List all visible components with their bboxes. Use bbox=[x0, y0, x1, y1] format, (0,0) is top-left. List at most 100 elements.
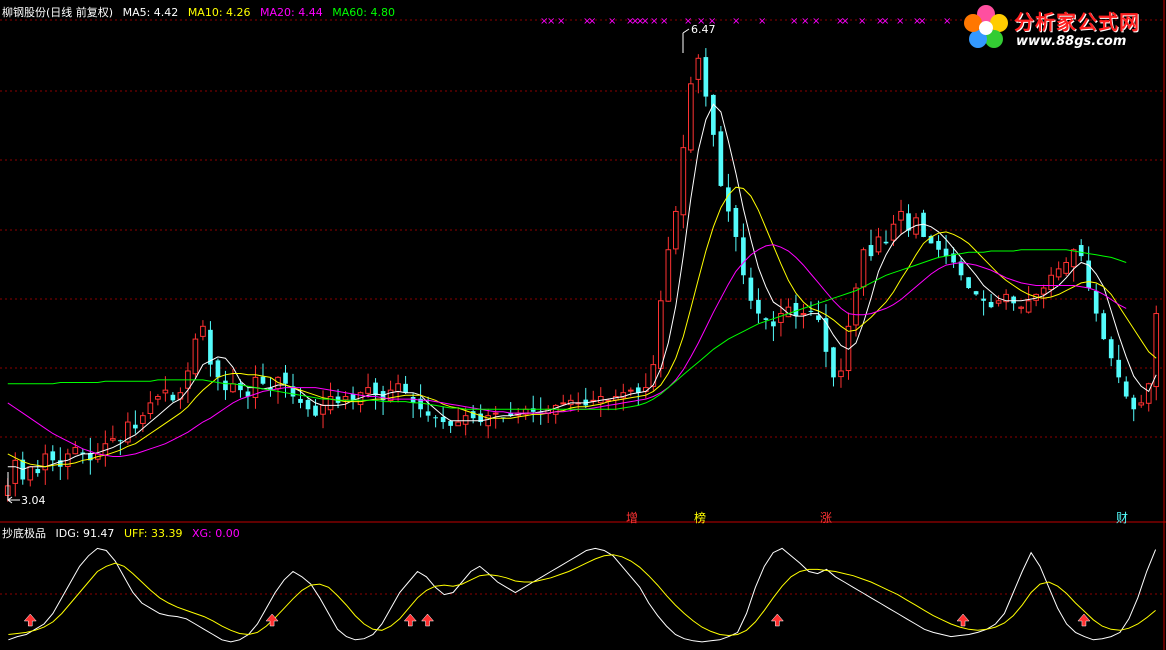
candle-body[interactable] bbox=[726, 187, 731, 212]
candle-body[interactable] bbox=[455, 421, 461, 427]
candle-body[interactable] bbox=[1123, 381, 1129, 397]
candle-body[interactable] bbox=[1138, 402, 1145, 406]
candle-body[interactable] bbox=[177, 392, 184, 400]
candle-body[interactable] bbox=[627, 389, 634, 392]
candle-body[interactable] bbox=[320, 404, 326, 415]
event-label-cai[interactable]: 财 bbox=[1114, 509, 1130, 526]
candle-body[interactable] bbox=[147, 402, 154, 415]
candle-body[interactable] bbox=[718, 131, 724, 186]
candle-body[interactable] bbox=[313, 405, 318, 416]
candle-body[interactable] bbox=[42, 453, 49, 471]
candle-body[interactable] bbox=[72, 447, 79, 455]
candle-body[interactable] bbox=[192, 338, 199, 375]
candle-body[interactable] bbox=[703, 57, 709, 97]
candle-body[interactable] bbox=[1063, 262, 1069, 274]
candle-body[interactable] bbox=[1116, 359, 1122, 378]
candle-body[interactable] bbox=[1070, 249, 1077, 268]
candle-body[interactable] bbox=[410, 397, 416, 403]
candle-body[interactable] bbox=[883, 241, 889, 244]
candle-body[interactable] bbox=[673, 210, 679, 250]
candle-body[interactable] bbox=[741, 237, 746, 276]
candle-body[interactable] bbox=[657, 300, 664, 369]
candle-body[interactable] bbox=[215, 360, 221, 378]
candle-body[interactable] bbox=[305, 400, 311, 410]
candle-body[interactable] bbox=[162, 389, 169, 394]
candle-body[interactable] bbox=[373, 382, 378, 396]
chart-stage[interactable]: ×× × ×× × ×××× × × × × × × × × × × ×× × ×× × ×× × 6.47 3.04 bbox=[0, 0, 1166, 650]
candle-body[interactable] bbox=[140, 415, 146, 424]
candle-body[interactable] bbox=[27, 466, 34, 481]
candle-body[interactable] bbox=[298, 398, 303, 403]
candle-body[interactable] bbox=[958, 261, 964, 276]
candle-body[interactable] bbox=[988, 301, 994, 308]
candle-body[interactable] bbox=[1055, 268, 1062, 278]
candle-body[interactable] bbox=[403, 383, 408, 393]
candle-body[interactable] bbox=[793, 302, 799, 317]
candle-body[interactable] bbox=[936, 240, 941, 250]
candle-body[interactable] bbox=[133, 424, 138, 429]
event-label-zeng[interactable]: 增 bbox=[624, 509, 640, 526]
candle-body[interactable] bbox=[771, 321, 776, 327]
event-label-bang[interactable]: 榜 bbox=[692, 509, 708, 526]
candle-body[interactable] bbox=[748, 277, 754, 301]
candle-body[interactable] bbox=[223, 380, 228, 391]
candle-body[interactable] bbox=[492, 412, 499, 415]
candle-body[interactable] bbox=[260, 376, 266, 384]
candle-body[interactable] bbox=[462, 415, 469, 425]
candle-body[interactable] bbox=[395, 383, 401, 393]
candle-body[interactable] bbox=[425, 411, 431, 416]
candle-body[interactable] bbox=[650, 364, 657, 387]
candle-body[interactable] bbox=[756, 299, 761, 314]
candle-body[interactable] bbox=[711, 94, 716, 135]
candle-body[interactable] bbox=[966, 277, 971, 289]
candle-body[interactable] bbox=[1011, 296, 1016, 304]
candle-body[interactable] bbox=[552, 404, 559, 415]
candle-body[interactable] bbox=[688, 83, 694, 151]
candle-body[interactable] bbox=[763, 318, 769, 320]
candlestick-series[interactable] bbox=[4, 48, 1160, 502]
candle-body[interactable] bbox=[560, 402, 567, 405]
candle-body[interactable] bbox=[50, 451, 56, 461]
candle-body[interactable] bbox=[778, 313, 784, 323]
candle-body[interactable] bbox=[230, 383, 236, 393]
candle-body[interactable] bbox=[898, 210, 904, 221]
candle-body[interactable] bbox=[170, 394, 176, 401]
candle-body[interactable] bbox=[283, 372, 288, 384]
candle-body[interactable] bbox=[831, 347, 836, 378]
candle-body[interactable] bbox=[635, 387, 641, 393]
candle-body[interactable] bbox=[342, 396, 349, 401]
candle-body[interactable] bbox=[1025, 300, 1032, 313]
candle-body[interactable] bbox=[853, 287, 859, 326]
candle-body[interactable] bbox=[118, 440, 123, 442]
candle-body[interactable] bbox=[995, 300, 1002, 304]
candle-body[interactable] bbox=[680, 147, 687, 216]
candle-body[interactable] bbox=[433, 417, 438, 419]
candle-body[interactable] bbox=[1040, 287, 1047, 295]
candle-body[interactable] bbox=[1131, 397, 1137, 410]
candle-body[interactable] bbox=[440, 417, 446, 423]
candle-body[interactable] bbox=[808, 310, 814, 312]
candle-body[interactable] bbox=[695, 57, 702, 80]
candle-body[interactable] bbox=[1078, 245, 1084, 257]
candle-body[interactable] bbox=[238, 383, 243, 391]
candle-body[interactable] bbox=[1108, 339, 1114, 359]
candle-body[interactable] bbox=[838, 370, 844, 378]
candle-body[interactable] bbox=[875, 236, 882, 253]
candle-body[interactable] bbox=[868, 245, 874, 257]
candle-body[interactable] bbox=[860, 249, 867, 288]
candle-body[interactable] bbox=[448, 421, 453, 426]
candle-body[interactable] bbox=[365, 387, 371, 394]
candle-body[interactable] bbox=[200, 325, 206, 337]
candle-body[interactable] bbox=[110, 438, 116, 441]
event-label-zhang[interactable]: 涨 bbox=[818, 509, 834, 526]
candle-body[interactable] bbox=[1093, 290, 1099, 314]
candle-body[interactable] bbox=[665, 249, 672, 302]
candle-body[interactable] bbox=[35, 469, 41, 474]
candle-body[interactable] bbox=[943, 248, 949, 257]
candle-body[interactable] bbox=[981, 298, 986, 301]
candle-body[interactable] bbox=[12, 459, 19, 484]
candle-body[interactable] bbox=[890, 223, 897, 241]
candle-body[interactable] bbox=[1048, 274, 1054, 290]
candle-body[interactable] bbox=[155, 396, 161, 400]
candle-body[interactable] bbox=[800, 313, 807, 316]
